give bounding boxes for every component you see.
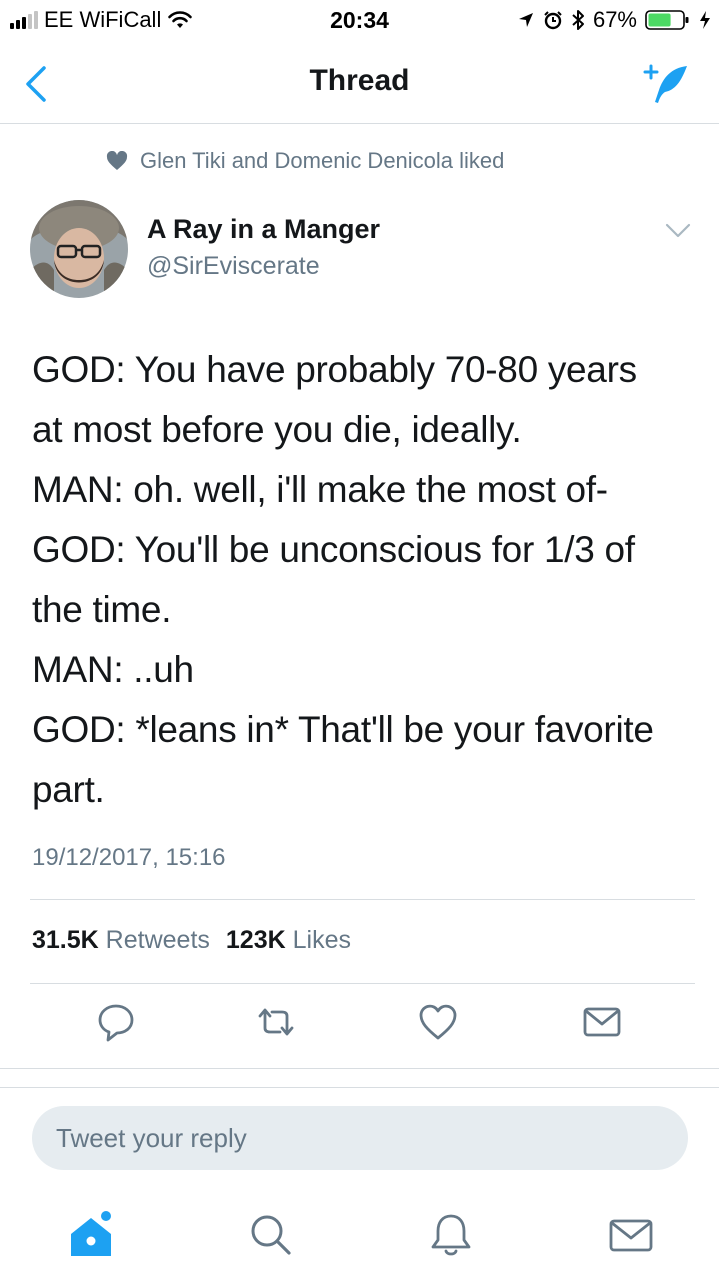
status-bar: EE WiFiCall 20:34 67%: [0, 0, 719, 40]
messages-mail-icon[interactable]: [606, 1210, 656, 1260]
battery-percent: 67%: [592, 7, 637, 32]
reply-input[interactable]: [32, 1106, 688, 1170]
tab-bar: [0, 1190, 719, 1280]
likes-count: 123K: [225, 926, 286, 954]
bluetooth-icon: [572, 10, 584, 30]
divider: [30, 983, 695, 984]
battery-icon: [645, 10, 689, 30]
divider: [30, 899, 695, 900]
tweet-line: part.: [32, 769, 105, 810]
author-name[interactable]: A Ray in a Manger: [147, 214, 380, 245]
home-icon[interactable]: [66, 1210, 116, 1260]
retweet-icon[interactable]: [254, 1000, 298, 1044]
status-right: 67%: [517, 7, 711, 33]
tweet-line: GOD: You'll be unconscious for 1/3 of: [32, 529, 635, 570]
navigation-bar: Thread: [0, 40, 719, 124]
tweet-line: GOD: *leans in* That'll be your favorite: [32, 709, 654, 750]
tweet-line: GOD: You have probably 70-80 years: [32, 349, 637, 390]
author-handle[interactable]: @SirEviscerate: [147, 252, 320, 281]
tweet-stats: 31.5K Retweets 123K Likes: [32, 926, 351, 955]
tweet-line: MAN: ..uh: [32, 649, 194, 690]
retweets-count: 31.5K: [32, 926, 99, 954]
section-separator: [0, 1068, 719, 1088]
tweet-text: GOD: You have probably 70-80 years at mo…: [32, 340, 702, 820]
retweets-label: Retweets: [105, 926, 210, 954]
likes-label: Likes: [292, 926, 351, 954]
avatar[interactable]: [30, 200, 128, 298]
location-arrow-icon: [518, 13, 533, 27]
reply-icon[interactable]: [94, 1000, 138, 1044]
tweet-line: at most before you die, ideally.: [32, 409, 522, 450]
alarm-icon: [544, 11, 562, 30]
tweet-actions: [0, 1000, 719, 1050]
reply-box[interactable]: [32, 1106, 688, 1170]
notifications-bell-icon[interactable]: [426, 1210, 476, 1260]
direct-message-icon[interactable]: [580, 1000, 624, 1044]
chevron-down-icon[interactable]: [665, 222, 691, 240]
tweet-line: MAN: oh. well, i'll make the most of-: [32, 469, 608, 510]
tweet-line: the time.: [32, 589, 172, 630]
social-context[interactable]: Glen Tiki and Domenic Denicola liked: [106, 148, 504, 174]
compose-tweet-icon[interactable]: [641, 60, 691, 108]
like-heart-icon[interactable]: [416, 1000, 460, 1044]
likes-stat[interactable]: 123K Likes: [226, 926, 351, 955]
tweet-timestamp: 19/12/2017, 15:16: [32, 844, 226, 871]
heart-icon: [106, 151, 128, 170]
page-title: Thread: [309, 64, 410, 97]
charging-bolt-icon: [700, 11, 710, 29]
retweets-stat[interactable]: 31.5K Retweets: [32, 926, 210, 955]
social-context-text: Glen Tiki and Domenic Denicola liked: [140, 148, 505, 173]
search-icon[interactable]: [246, 1210, 296, 1260]
